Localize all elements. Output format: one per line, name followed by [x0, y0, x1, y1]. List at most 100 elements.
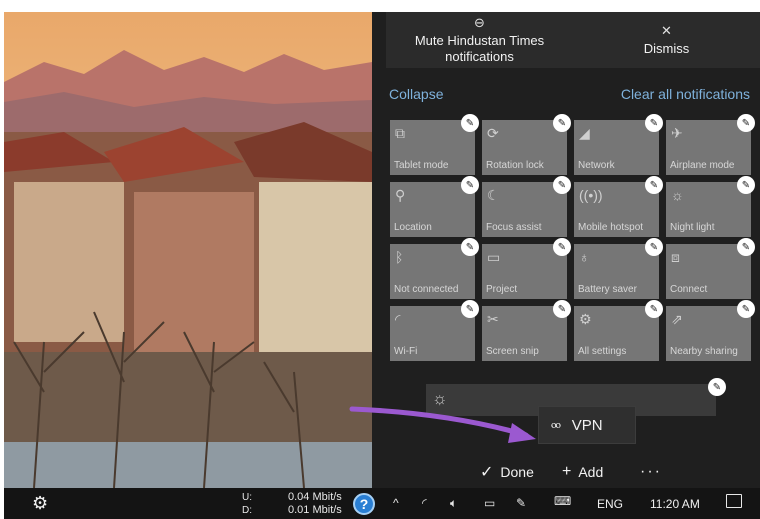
battery-icon[interactable]: ▭	[484, 496, 495, 510]
action-center-panel: ⊖ Mute Hindustan Times notifications ✕ D…	[372, 12, 760, 488]
dismiss-label: Dismiss	[643, 41, 690, 56]
tile-label: Tablet mode	[394, 160, 449, 171]
network-speed-labels: U: D:	[242, 491, 252, 517]
upload-speed: 0.04 Mbit/s	[288, 491, 342, 503]
minus-circle-icon: ⊖	[474, 15, 485, 30]
connect-icon: ⧈	[671, 249, 680, 265]
unpin-icon[interactable]: ✎	[737, 176, 755, 194]
unpin-icon[interactable]: ✎	[461, 114, 479, 132]
tile-wifi[interactable]: ◜ ✎ Wi-Fi	[390, 300, 479, 361]
notification-actions: ⊖ Mute Hindustan Times notifications ✕ D…	[386, 12, 760, 68]
bluetooth-icon: ᛒ	[395, 249, 404, 265]
tile-label: Network	[578, 160, 615, 171]
tile-tablet-mode[interactable]: ⧉ ✎ Tablet mode	[390, 114, 479, 175]
settings-gear-icon[interactable]: ⚙	[32, 493, 48, 514]
airplane-icon: ✈	[671, 125, 683, 141]
add-label: Add	[578, 464, 604, 480]
unpin-icon[interactable]: ✎	[737, 300, 755, 318]
nearby-sharing-icon: ⇗	[671, 311, 683, 327]
tile-label: Nearby sharing	[670, 346, 738, 357]
unpin-icon[interactable]: ✎	[645, 114, 663, 132]
tile-screen-snip[interactable]: ✂ ✎ Screen snip	[482, 300, 571, 361]
tile-night-light[interactable]: ☼ ✎ Night light	[666, 176, 755, 237]
desktop-wallpaper	[4, 12, 372, 488]
tile-label: Screen snip	[486, 346, 539, 357]
download-label: D:	[242, 505, 252, 516]
tile-bluetooth[interactable]: ᛒ ✎ Not connected	[390, 238, 479, 299]
night-light-icon: ☼	[671, 187, 684, 203]
tile-label: Focus assist	[486, 222, 542, 233]
tile-label: Not connected	[394, 284, 459, 295]
taskbar: ⚙ U: D: 0.04 Mbit/s 0.01 Mbit/s ? ^ ◜ 🔈︎…	[4, 488, 760, 519]
tile-label: Project	[486, 284, 518, 295]
tile-mobile-hotspot[interactable]: ((•)) ✎ Mobile hotspot	[574, 176, 663, 237]
tile-connect[interactable]: ⧈ ✎ Connect	[666, 238, 755, 299]
tile-label: Connect	[670, 284, 708, 295]
close-icon: ✕	[661, 23, 672, 38]
unpin-icon[interactable]: ✎	[645, 176, 663, 194]
tile-project[interactable]: ▭ ✎ Project	[482, 238, 571, 299]
network-speed-values: 0.04 Mbit/s 0.01 Mbit/s	[288, 491, 342, 517]
download-speed: 0.01 Mbit/s	[288, 504, 342, 516]
unpin-icon[interactable]: ✎	[461, 238, 479, 256]
vpn-label: VPN	[571, 416, 603, 434]
network-icon: ◢	[579, 125, 590, 141]
notification-center-icon[interactable]	[726, 494, 742, 508]
tile-rotation-lock[interactable]: ⟳ ✎ Rotation lock	[482, 114, 571, 175]
pen-icon[interactable]: ✎	[516, 496, 526, 510]
unpin-icon[interactable]: ✎	[553, 300, 571, 318]
volume-icon[interactable]: 🔈︎	[450, 496, 457, 511]
add-vpn-menu-item[interactable]: ⲟⲟ VPN	[538, 406, 636, 444]
done-button[interactable]: ✓ Done	[480, 462, 534, 482]
vpn-icon: ⲟⲟ	[551, 418, 561, 431]
unpin-icon[interactable]: ✎	[461, 300, 479, 318]
quick-actions-grid: ⧉ ✎ Tablet mode ⟳ ✎ Rotation lock ◢ ✎ Ne…	[390, 114, 755, 361]
unpin-icon[interactable]: ✎	[553, 176, 571, 194]
more-options-icon[interactable]: ···	[640, 463, 662, 481]
add-button[interactable]: + Add	[562, 463, 603, 481]
unpin-icon[interactable]: ✎	[553, 238, 571, 256]
tile-focus-assist[interactable]: ☾ ✎ Focus assist	[482, 176, 571, 237]
tile-nearby-sharing[interactable]: ⇗ ✎ Nearby sharing	[666, 300, 755, 361]
edit-bar: ✓ Done + Add ···	[372, 458, 760, 486]
language-indicator[interactable]: ENG	[597, 497, 623, 511]
done-label: Done	[500, 464, 534, 480]
tile-label: Night light	[670, 222, 715, 233]
keyboard-icon[interactable]: ⌨	[554, 494, 571, 508]
unpin-icon[interactable]: ✎	[645, 238, 663, 256]
collapse-link[interactable]: Collapse	[389, 86, 443, 102]
unpin-icon[interactable]: ✎	[461, 176, 479, 194]
help-icon[interactable]: ?	[353, 493, 375, 515]
screen-snip-icon: ✂	[487, 311, 499, 327]
unpin-icon[interactable]: ✎	[708, 378, 726, 396]
unpin-icon[interactable]: ✎	[553, 114, 571, 132]
clear-all-notifications-link[interactable]: Clear all notifications	[621, 86, 750, 102]
settings-icon: ⚙	[579, 311, 592, 327]
tile-network[interactable]: ◢ ✎ Network	[574, 114, 663, 175]
tablet-mode-icon: ⧉	[395, 125, 405, 141]
unpin-icon[interactable]: ✎	[645, 300, 663, 318]
tile-label: Wi-Fi	[394, 346, 418, 357]
tile-label: Mobile hotspot	[578, 222, 644, 233]
mute-notifications-button[interactable]: ⊖ Mute Hindustan Times notifications	[386, 12, 573, 68]
clock[interactable]: 11:20 AM	[650, 497, 700, 511]
tile-location[interactable]: ⚲ ✎ Location	[390, 176, 479, 237]
unpin-icon[interactable]: ✎	[737, 114, 755, 132]
wifi-icon: ◜	[395, 311, 401, 327]
wifi-icon[interactable]: ◜	[422, 496, 427, 510]
unpin-icon[interactable]: ✎	[737, 238, 755, 256]
brightness-icon: ☼	[432, 389, 448, 408]
moon-icon: ☾	[487, 187, 500, 203]
tile-all-settings[interactable]: ⚙ ✎ All settings	[574, 300, 663, 361]
project-icon: ▭	[487, 249, 501, 265]
plus-icon: +	[562, 463, 572, 480]
tile-battery-saver[interactable]: ♁ ✎ Battery saver	[574, 238, 663, 299]
dismiss-button[interactable]: ✕ Dismiss	[573, 12, 760, 68]
chevron-up-icon[interactable]: ^	[393, 496, 399, 510]
tile-label: Rotation lock	[486, 160, 544, 171]
tile-label: Battery saver	[578, 284, 637, 295]
battery-saver-icon: ♁	[579, 249, 590, 265]
location-icon: ⚲	[395, 187, 406, 203]
mute-notifications-label: Mute Hindustan Times notifications	[414, 33, 545, 64]
tile-airplane-mode[interactable]: ✈ ✎ Airplane mode	[666, 114, 755, 175]
